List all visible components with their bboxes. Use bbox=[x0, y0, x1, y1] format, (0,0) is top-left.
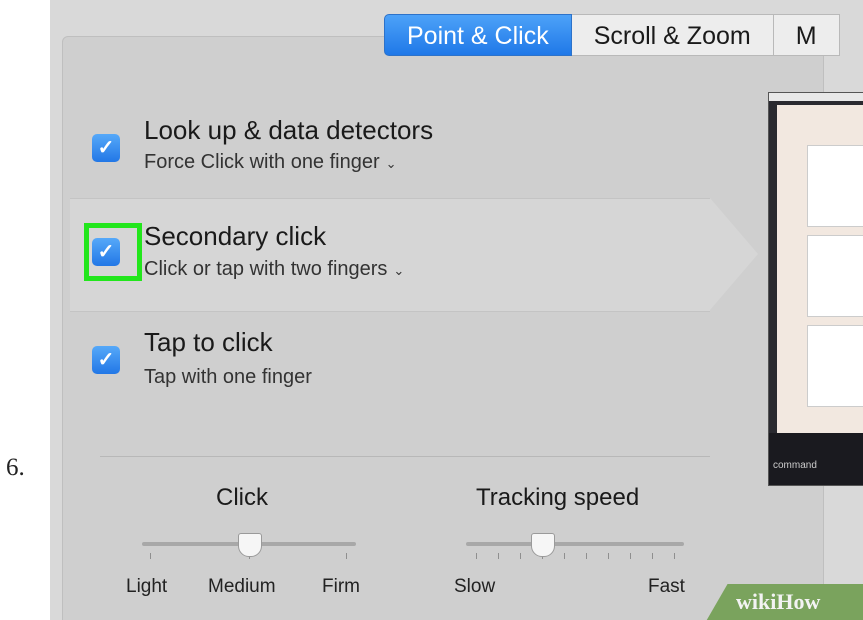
look-up-gesture-dropdown[interactable]: Force Click with one finger ⌄ bbox=[144, 151, 397, 174]
preview-menubar bbox=[769, 93, 863, 101]
preview-document-window bbox=[777, 105, 863, 433]
click-slider-thumb[interactable] bbox=[238, 533, 262, 557]
click-firm-label: Firm bbox=[322, 576, 360, 597]
preview-page bbox=[807, 325, 863, 407]
tab-scroll-zoom[interactable]: Scroll & Zoom bbox=[571, 14, 774, 56]
preview-page bbox=[807, 145, 863, 227]
gesture-preview-video: command bbox=[768, 92, 863, 486]
secondary-click-gesture-dropdown[interactable]: Click or tap with two fingers ⌄ bbox=[144, 258, 404, 281]
tab-more-gestures[interactable]: M bbox=[773, 14, 840, 56]
watermark-logo: wikiHow bbox=[736, 589, 821, 614]
divider bbox=[100, 456, 710, 457]
tracking-slow-label: Slow bbox=[454, 576, 496, 597]
highlight-annotation-box bbox=[84, 223, 142, 281]
tracking-slider-track[interactable] bbox=[466, 542, 684, 546]
trackpad-preferences-screenshot: Point & Click Scroll & Zoom M ✓ Look up … bbox=[50, 0, 863, 620]
selected-row-arrow bbox=[710, 198, 758, 310]
click-light-label: Light bbox=[126, 576, 168, 597]
tap-to-click-checkbox[interactable]: ✓ bbox=[92, 346, 120, 374]
look-up-title: Look up & data detectors bbox=[144, 115, 434, 145]
click-medium-label: Medium bbox=[208, 576, 276, 597]
checkmark-icon: ✓ bbox=[97, 137, 115, 159]
tab-bar: Point & Click Scroll & Zoom M bbox=[384, 14, 840, 56]
chevron-down-icon: ⌄ bbox=[393, 263, 405, 278]
click-tick bbox=[150, 553, 151, 559]
tracking-speed-label: Tracking speed bbox=[476, 484, 640, 511]
checkmark-icon: ✓ bbox=[97, 349, 115, 371]
tap-to-click-subtitle: Tap with one finger bbox=[144, 366, 312, 388]
tracking-fast-label: Fast bbox=[648, 576, 685, 597]
chevron-down-icon: ⌄ bbox=[385, 156, 397, 171]
tab-point-click[interactable]: Point & Click bbox=[384, 14, 572, 56]
look-up-subtitle: Force Click with one finger bbox=[144, 151, 380, 173]
secondary-click-subtitle: Click or tap with two fingers bbox=[144, 258, 388, 280]
tracking-slider-thumb[interactable] bbox=[531, 533, 555, 557]
preview-dock: command bbox=[769, 433, 863, 485]
selected-row-highlight bbox=[70, 198, 710, 312]
preview-command-key: command bbox=[773, 460, 817, 471]
preview-page bbox=[807, 235, 863, 317]
click-tick bbox=[346, 553, 347, 559]
look-up-checkbox[interactable]: ✓ bbox=[92, 134, 120, 162]
step-number: 6. bbox=[6, 454, 25, 481]
tap-to-click-title: Tap to click bbox=[144, 327, 273, 357]
secondary-click-title: Secondary click bbox=[144, 221, 327, 251]
click-slider-label: Click bbox=[216, 484, 268, 511]
